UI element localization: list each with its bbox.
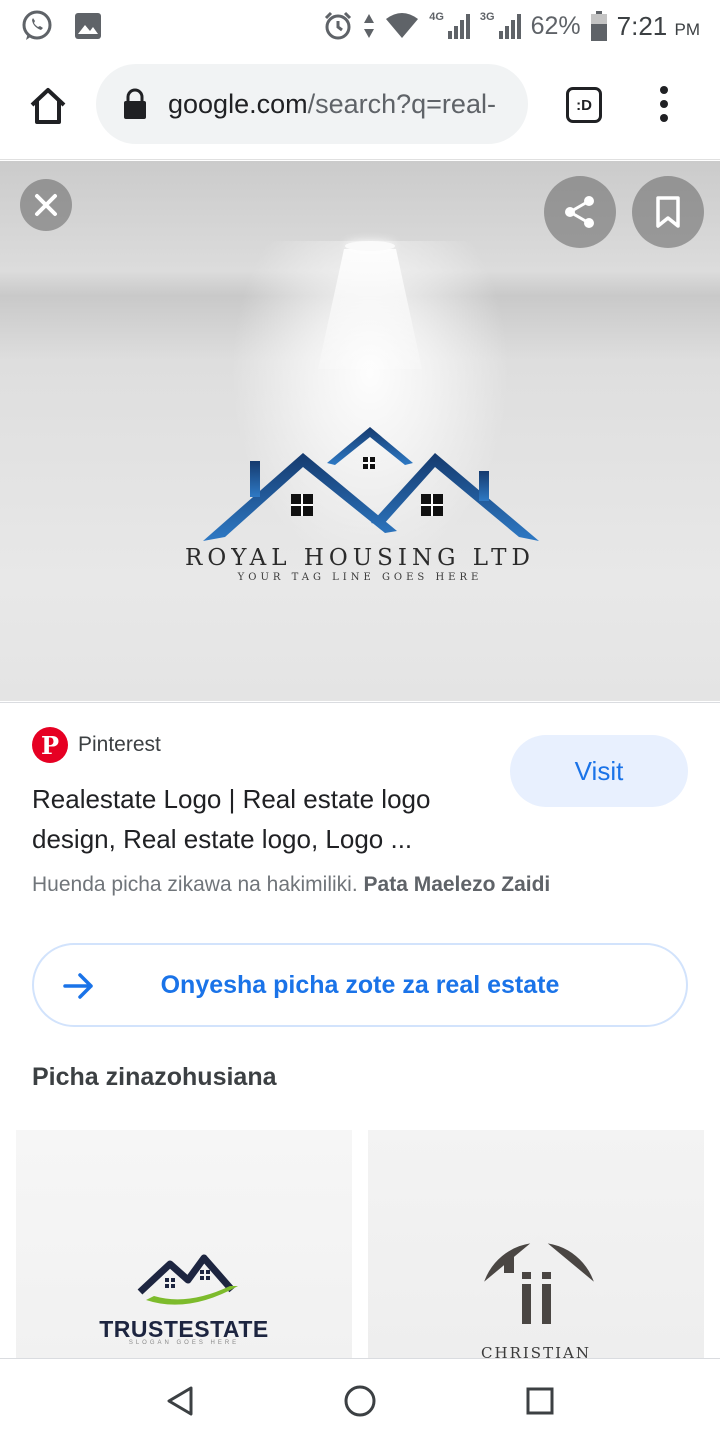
share-button[interactable] [544, 176, 616, 248]
result-source[interactable]: P Pinterest [32, 727, 161, 763]
save-button[interactable] [632, 176, 704, 248]
whatsapp-icon [22, 10, 52, 40]
browser-menu-button[interactable] [650, 80, 678, 128]
back-triangle-icon [167, 1386, 193, 1416]
result-title[interactable]: Realestate Logo | Real estate logo desig… [32, 779, 492, 859]
arrow-right-icon [63, 973, 93, 999]
visit-button[interactable]: Visit [510, 735, 688, 807]
source-name: Pinterest [78, 733, 161, 756]
tab-switcher-button[interactable]: :D [566, 87, 602, 123]
menu-dot-icon [660, 114, 668, 122]
address-bar[interactable]: google.com/search?q=real- [96, 64, 528, 144]
home-icon [30, 88, 66, 124]
network-type-1: 4G [429, 11, 444, 23]
related-images-heading: Picha zinazohusiana [32, 1063, 277, 1091]
bookmark-icon [656, 196, 680, 228]
home-nav-button[interactable] [340, 1381, 380, 1421]
battery-percent: 62% [530, 11, 581, 40]
share-icon [565, 196, 594, 228]
related-image-1[interactable]: TRUSTESTATE SLOGAN GOES HERE [16, 1130, 352, 1358]
royal-housing-logo [203, 427, 539, 541]
christian-name: CHRISTIAN [481, 1344, 591, 1358]
clock: 7:21 PM [616, 10, 700, 41]
image-preview[interactable]: ROYAL HOUSING LTD YOUR TAG LINE GOES HER… [0, 161, 720, 701]
lock-icon [124, 88, 146, 119]
christian-house-logo-icon [474, 1236, 604, 1324]
menu-dot-icon [660, 86, 668, 94]
trustestate-logo-icon [137, 1254, 238, 1305]
recents-button[interactable] [520, 1381, 560, 1421]
system-nav-bar [0, 1358, 720, 1440]
data-arrows-icon [364, 14, 375, 38]
browser-toolbar: google.com/search?q=real- :D [0, 52, 720, 160]
copyright-text: Huenda picha zikawa na hakimiliki. [32, 873, 358, 896]
recents-square-icon [526, 1387, 554, 1415]
alarm-icon [325, 11, 352, 40]
battery-icon [590, 11, 607, 41]
show-all-label: Onyesha picha zote za real estate [160, 970, 560, 999]
home-button[interactable] [24, 82, 72, 130]
trustestate-slogan: SLOGAN GOES HERE [128, 1340, 240, 1346]
status-bar: 4G 3G 62% 7:21 PM [0, 0, 720, 52]
pinterest-icon: P [32, 727, 68, 763]
related-image-2[interactable]: CHRISTIAN [368, 1130, 704, 1358]
result-info: P Pinterest Visit Realestate Logo | Real… [0, 702, 720, 1091]
url-text: google.com/search?q=real- [168, 88, 496, 119]
wifi-icon [386, 13, 419, 38]
home-circle-icon [344, 1385, 376, 1417]
close-preview-button[interactable] [20, 179, 72, 231]
back-button[interactable] [160, 1381, 200, 1421]
logo-tagline: YOUR TAG LINE GOES HERE [237, 572, 483, 583]
learn-more-link[interactable]: Pata Maelezo Zaidi [364, 873, 551, 896]
gallery-icon [75, 13, 101, 39]
network-type-2: 3G [479, 11, 495, 23]
show-all-images-button[interactable]: Onyesha picha zote za real estate [32, 943, 688, 1027]
close-icon [35, 194, 57, 216]
trustestate-name: TRUSTESTATE [99, 1316, 269, 1342]
signal-icon-2 [498, 14, 521, 39]
logo-title: ROYAL HOUSING LTD [185, 545, 535, 571]
menu-dot-icon [660, 100, 668, 108]
copyright-notice: Huenda picha zikawa na hakimiliki. Pata … [32, 873, 550, 897]
spotlight-lamp [345, 241, 395, 251]
signal-icon [447, 14, 470, 39]
